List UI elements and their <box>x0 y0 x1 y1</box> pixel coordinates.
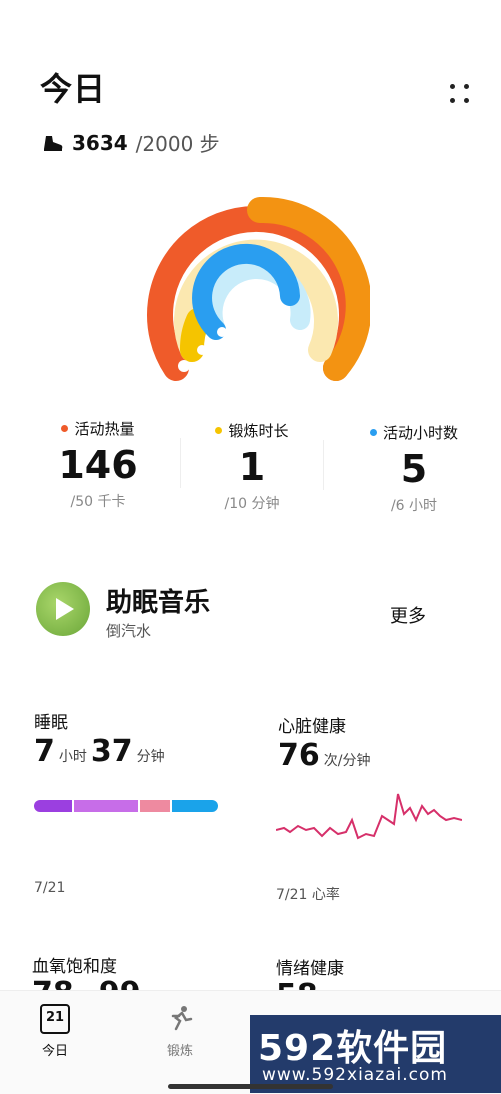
sleep-duration: 7 小时 37 分钟 <box>34 734 165 769</box>
page-title: 今日 <box>40 70 107 108</box>
divider <box>323 440 324 490</box>
running-icon <box>171 1006 193 1031</box>
run-icon <box>197 345 207 355</box>
heart-unit: 次/分钟 <box>323 753 371 769</box>
stat-label: 活动小时数 <box>382 424 458 442</box>
home-indicator[interactable] <box>168 1084 333 1089</box>
mood-value: 58 <box>276 978 318 990</box>
stat-active-hours[interactable]: 活动小时数 5 /6 小时 <box>334 422 494 515</box>
spo2-title[interactable]: 血氧饱和度 <box>32 952 117 977</box>
steps-value: 3634 <box>72 130 128 155</box>
music-more-link[interactable]: 更多 <box>390 602 426 628</box>
heart-rate-chart <box>276 793 462 840</box>
hours-dot-icon <box>369 429 377 436</box>
stat-goal: /6 小时 <box>390 498 438 514</box>
music-play-icon[interactable] <box>36 582 90 636</box>
sleep-minutes: 37 <box>90 734 133 769</box>
activity-rings[interactable] <box>140 190 370 390</box>
sleep-title[interactable]: 睡眠 <box>34 708 68 733</box>
flame-icon <box>178 360 190 372</box>
more-options-icon[interactable] <box>446 80 474 108</box>
stat-label: 锻炼时长 <box>228 422 289 440</box>
watermark-logo: 592软件园 www.592xiazai.com <box>250 1015 501 1093</box>
heart-title[interactable]: 心脏健康 <box>278 712 346 737</box>
heart-value: 76 <box>278 738 320 773</box>
exercise-dot-icon <box>215 427 223 434</box>
sleep-minutes-unit: 分钟 <box>136 749 165 765</box>
music-subtitle: 倒汽水 <box>106 622 152 640</box>
tab-exercise-label: 锻炼 <box>166 1044 193 1059</box>
tab-today-label: 今日 <box>41 1044 68 1059</box>
sleep-hours: 7 <box>34 734 55 769</box>
tab-today[interactable]: 21 今日 <box>26 1004 84 1059</box>
heart-date: 7/21 心率 <box>276 887 340 903</box>
stat-goal: /50 千卡 <box>70 494 126 510</box>
mood-title[interactable]: 情绪健康 <box>276 954 344 979</box>
stat-value: 1 <box>238 445 266 489</box>
exercise-ring <box>180 308 210 362</box>
stat-value: 146 <box>58 443 138 487</box>
sleep-hours-unit: 小时 <box>58 749 87 765</box>
sleep-stage-bar <box>34 800 218 812</box>
spo2-value: 78~99 <box>32 976 141 990</box>
stat-value: 5 <box>400 447 428 491</box>
stat-label: 活动热量 <box>74 420 135 438</box>
calorie-dot-icon <box>61 425 69 432</box>
heart-rate: 76 次/分钟 <box>278 738 370 773</box>
steps-goal: /2000 步 <box>135 132 220 156</box>
steps-summary[interactable]: 3634 /2000 步 <box>42 128 220 157</box>
shoe-icon <box>44 135 63 151</box>
stat-exercise[interactable]: 锻炼时长 1 /10 分钟 <box>172 420 332 513</box>
music-title: 助眠音乐 <box>106 588 211 618</box>
watermark-brand: 592软件园 <box>258 1028 448 1069</box>
stat-goal: /10 分钟 <box>224 496 280 512</box>
tab-exercise[interactable]: 锻炼 <box>150 1004 210 1059</box>
watermark-url: www.592xiazai.com <box>262 1065 448 1085</box>
stand-icon <box>217 327 227 337</box>
calendar-icon: 21 <box>40 1004 70 1034</box>
sleep-date: 7/21 <box>34 880 66 896</box>
stat-calories[interactable]: 活动热量 146 /50 千卡 <box>18 418 178 511</box>
